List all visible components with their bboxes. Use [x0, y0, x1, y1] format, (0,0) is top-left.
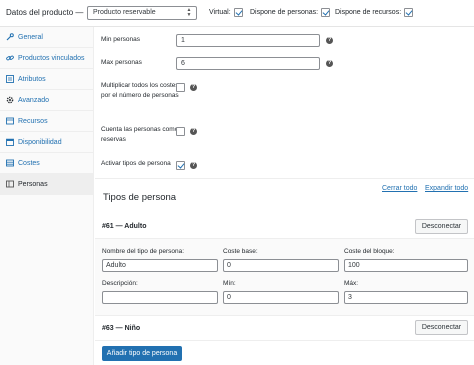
recursos-checkbox[interactable]	[404, 8, 414, 17]
product-type-select[interactable]: Producto reservable ▲ ▼	[87, 6, 197, 20]
person-type-title: #61 — Adulto	[102, 222, 147, 230]
disconnect-button[interactable]: Desconectar	[415, 219, 468, 234]
person-type-name-input[interactable]: Adulto	[102, 259, 218, 272]
multiply-costs-label: Multiplicar todos los costes por el núme…	[101, 82, 179, 99]
personas-label: Dispone de personas:	[250, 9, 319, 16]
recursos-option[interactable]: Dispone de recursos:	[335, 8, 414, 17]
tab-linked-products[interactable]: Productos vinculados	[0, 48, 94, 69]
link-icon	[6, 54, 14, 62]
count-as-bookings-help-icon[interactable]: ?	[190, 128, 197, 135]
count-as-bookings-checkbox[interactable]	[176, 127, 185, 136]
add-person-type-button[interactable]: Añadir tipo de persona	[102, 346, 182, 361]
disconnect-button-2[interactable]: Desconectar	[415, 320, 468, 335]
person-types-title: Tipos de persona	[103, 192, 177, 203]
product-type-value: Producto reservable	[93, 9, 156, 16]
description-input[interactable]	[102, 291, 218, 304]
tab-costs-label: Costes	[18, 159, 40, 167]
count-as-bookings-label: Cuenta las personas como reservas	[101, 126, 179, 143]
tab-resources-label: Recursos	[18, 117, 48, 125]
min-input[interactable]: 0	[223, 291, 339, 304]
product-data-header: Datos del producto — Producto reservable…	[0, 0, 474, 27]
min-persons-value: 1	[181, 37, 185, 44]
product-data-panel: Datos del producto — Producto reservable…	[0, 0, 474, 365]
block-cost-value: 100	[348, 262, 360, 269]
multiply-costs-checkbox[interactable]	[176, 83, 185, 92]
person-types-toolbar: Añadir tipo de persona	[95, 340, 474, 365]
min-persons-label: Min personas	[101, 36, 141, 43]
tab-persons-label: Personas	[18, 180, 48, 188]
multiply-costs-help-icon[interactable]: ?	[190, 84, 197, 91]
list-icon	[6, 75, 14, 83]
tab-resources[interactable]: Recursos	[0, 111, 94, 132]
virtual-label: Virtual:	[209, 9, 231, 16]
max-value: 3	[348, 294, 352, 301]
calendar-icon	[6, 138, 14, 146]
block-cost-input[interactable]: 100	[344, 259, 468, 272]
virtual-option[interactable]: Virtual:	[209, 8, 243, 17]
tab-availability[interactable]: Disponibilidad	[0, 132, 94, 153]
personas-checkbox[interactable]	[321, 8, 331, 17]
product-data-title: Datos del producto —	[6, 8, 84, 17]
person-type-name-label: Nombre del tipo de persona:	[102, 248, 185, 255]
min-value: 0	[227, 294, 231, 301]
max-persons-input[interactable]: 6	[176, 57, 320, 70]
enable-person-types-checkbox[interactable]	[176, 161, 185, 170]
description-label: Descripción:	[102, 280, 138, 287]
min-persons-help-icon[interactable]: ?	[326, 37, 333, 44]
max-label: Máx:	[344, 280, 359, 287]
min-label: Mín:	[223, 280, 236, 287]
recursos-label: Dispone de recursos:	[335, 9, 402, 16]
close-all-link[interactable]: Cerrar todo	[382, 185, 417, 192]
recursos-icon	[6, 117, 14, 125]
gear-icon	[6, 96, 14, 104]
select-arrows-icon: ▲ ▼	[186, 7, 192, 18]
max-persons-help-icon[interactable]: ?	[326, 60, 333, 67]
block-cost-label: Coste del bloque:	[344, 248, 395, 255]
expand-all-link[interactable]: Expandir todo	[425, 185, 468, 192]
person-type-title-2: #63 — Niño	[102, 324, 141, 332]
base-cost-input[interactable]: 0	[223, 259, 339, 272]
max-input[interactable]: 3	[344, 291, 468, 304]
enable-person-types-label: Activar tipos de persona	[101, 160, 171, 167]
tab-advanced-label: Avanzado	[18, 96, 50, 104]
max-persons-value: 6	[181, 60, 185, 67]
costes-icon	[6, 159, 14, 167]
tab-general-label: General	[18, 33, 43, 41]
min-persons-input[interactable]: 1	[176, 34, 320, 47]
personas-icon	[6, 180, 14, 188]
personas-option[interactable]: Dispone de personas:	[250, 8, 331, 17]
tab-availability-label: Disponibilidad	[18, 138, 62, 146]
tab-linked-products-label: Productos vinculados	[18, 54, 85, 62]
divider	[95, 178, 474, 179]
tab-persons[interactable]: Personas	[0, 174, 94, 195]
person-type-name-value: Adulto	[106, 262, 126, 269]
virtual-checkbox[interactable]	[233, 8, 243, 17]
tab-advanced[interactable]: Avanzado	[0, 90, 94, 111]
enable-person-types-help-icon[interactable]: ?	[190, 162, 197, 169]
tab-general[interactable]: General	[0, 27, 94, 48]
tab-attributes[interactable]: Atributos	[0, 69, 94, 90]
tab-attributes-label: Atributos	[18, 75, 46, 83]
max-persons-label: Max personas	[101, 59, 142, 66]
base-cost-value: 0	[227, 262, 231, 269]
person-type-fields: Nombre del tipo de persona: Adulto Coste…	[95, 238, 474, 316]
product-data-tabs: General Productos vinculados Atributos A…	[0, 27, 94, 365]
persons-panel: Min personas 1 ? Max personas 6 ? Multip…	[95, 27, 474, 365]
wrench-icon	[6, 33, 14, 41]
tab-costs[interactable]: Costes	[0, 153, 94, 174]
base-cost-label: Coste base:	[223, 248, 258, 255]
